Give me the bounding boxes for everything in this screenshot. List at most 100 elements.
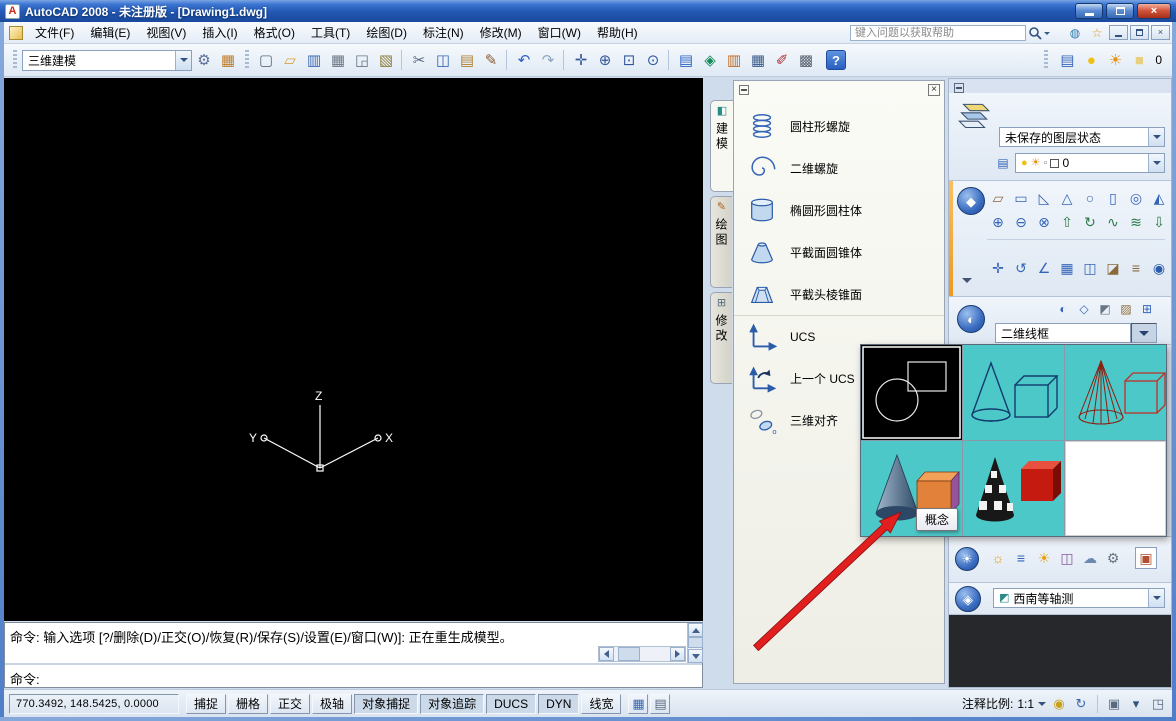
qnew-icon[interactable]: ▢	[254, 48, 278, 72]
visual-style-panel-icon[interactable]: ◐	[957, 305, 985, 333]
layer-sun-icon[interactable]: ☀	[1103, 48, 1127, 72]
presspull-icon[interactable]: ⇩	[1148, 211, 1170, 233]
layer-bulb-icon[interactable]: ●	[1079, 48, 1103, 72]
palette-tab-modeling[interactable]: ◧ 建模	[710, 100, 733, 192]
expand-icon[interactable]: ⊞	[1137, 299, 1157, 319]
clean-screen-icon[interactable]: ◳	[1149, 695, 1167, 713]
toolbar-grip[interactable]	[1044, 50, 1048, 70]
intersect-icon[interactable]: ⊗	[1033, 211, 1055, 233]
3d-align-icon[interactable]: ∠	[1033, 257, 1055, 279]
publish-icon[interactable]: ▧	[374, 48, 398, 72]
communication-center-icon[interactable]: ◍	[1066, 24, 1084, 41]
zoom-realtime-icon[interactable]: ⊕	[593, 48, 617, 72]
style-realistic-thumb[interactable]	[963, 441, 1064, 536]
shadow-icon[interactable]: ◩	[1095, 299, 1115, 319]
palette-item-2d-spiral[interactable]: 二维螺旋	[734, 147, 944, 189]
layer-state-combo[interactable]: 未保存的图层状态	[999, 127, 1165, 147]
coordinates-display[interactable]: 770.3492, 148.5425, 0.0000	[9, 694, 179, 714]
ducs-toggle[interactable]: DUCS	[486, 694, 536, 714]
search-options-arrow-icon[interactable]	[1044, 32, 1050, 38]
scrollbar-thumb[interactable]	[688, 637, 703, 648]
menu-item[interactable]: 帮助(H)	[589, 21, 646, 44]
revolve-icon[interactable]: ↻	[1079, 211, 1101, 233]
dropdown-arrow-icon[interactable]	[175, 51, 191, 70]
3d-array-icon[interactable]: ▦	[1056, 257, 1078, 279]
save-icon[interactable]: ▥	[302, 48, 326, 72]
annotation-scale-arrow-icon[interactable]	[1038, 702, 1046, 710]
scroll-down-icon[interactable]	[688, 649, 703, 663]
menu-item[interactable]: 格式(O)	[246, 21, 303, 44]
view-combo[interactable]: ◩ 西南等轴测	[993, 588, 1165, 608]
osnap-toggle[interactable]: 对象捕捉	[354, 694, 418, 714]
palette-tab-modify[interactable]: ⊞ 修改	[710, 292, 732, 384]
face-style-icon[interactable]: ◐	[1053, 299, 1073, 319]
dropdown-arrow-icon[interactable]	[1148, 128, 1164, 146]
materials-icon[interactable]: ◫	[1056, 547, 1078, 569]
snap-toggle[interactable]: 捕捉	[186, 694, 226, 714]
redo-icon[interactable]: ↷	[536, 48, 560, 72]
plot-preview-icon[interactable]: ◲	[350, 48, 374, 72]
dropdown-arrow-icon[interactable]	[1148, 589, 1164, 607]
menu-item[interactable]: 工具(T)	[303, 21, 358, 44]
palette-close-button[interactable]: ×	[928, 84, 940, 96]
cylinder-icon[interactable]: ▯	[1102, 187, 1124, 209]
zoom-previous-icon[interactable]: ⊙	[641, 48, 665, 72]
style-3d-hidden-thumb[interactable]	[963, 345, 1064, 440]
pan-icon[interactable]: ✛	[569, 48, 593, 72]
menu-item[interactable]: 插入(I)	[194, 21, 245, 44]
visual-style-combo[interactable]: 二维线框	[995, 323, 1131, 343]
command-history[interactable]: 命令: 输入选项 [?/删除(D)/正交(O)/恢复(R)/保存(S)/设置(E…	[5, 623, 686, 663]
sun-properties-icon[interactable]: ☀	[1033, 547, 1055, 569]
designcenter-icon[interactable]: ◈	[698, 48, 722, 72]
layer-lock-icon[interactable]: ▫	[1044, 158, 1048, 169]
minimize-button[interactable]	[1075, 3, 1103, 19]
menu-item[interactable]: 视图(V)	[138, 21, 194, 44]
restore-button[interactable]	[1106, 3, 1134, 19]
search-icon[interactable]	[1028, 25, 1054, 41]
box-icon[interactable]: ▭	[1010, 187, 1032, 209]
workspace-save-icon[interactable]: ▦	[216, 48, 240, 72]
menu-item[interactable]: 编辑(E)	[82, 21, 138, 44]
extrude-icon[interactable]: ⇧	[1056, 211, 1078, 233]
loft-icon[interactable]: ≋	[1125, 211, 1147, 233]
view-panel-icon[interactable]: ◈	[955, 586, 981, 612]
polysolid-icon[interactable]: ▱	[987, 187, 1009, 209]
thicken-icon[interactable]: ≡	[1125, 257, 1147, 279]
3d-mirror-icon[interactable]: ◫	[1079, 257, 1101, 279]
mdi-close-button[interactable]: ×	[1151, 25, 1170, 40]
drawing-file-icon[interactable]	[9, 26, 23, 40]
style-3d-wireframe-thumb[interactable]	[1065, 345, 1166, 440]
advanced-render-icon[interactable]: ⚙	[1102, 547, 1124, 569]
layer-on-icon[interactable]: ●	[1021, 158, 1028, 169]
torus-icon[interactable]: ◎	[1125, 187, 1147, 209]
palette-item-frustum-cone[interactable]: 平截面圆锥体	[734, 231, 944, 273]
edge-overrides-icon[interactable]: ◇	[1074, 299, 1094, 319]
annotation-scale-value[interactable]: 1:1	[1017, 697, 1034, 711]
toolbar-grip[interactable]	[13, 50, 17, 70]
workspace-combo[interactable]: 三维建模	[22, 50, 192, 71]
tool-palettes-icon[interactable]: ▥	[722, 48, 746, 72]
layer-color-icon[interactable]: ■	[1127, 48, 1151, 72]
menu-item[interactable]: 修改(M)	[472, 21, 530, 44]
toolbar-lock-icon[interactable]: ▣	[1105, 695, 1123, 713]
palette-header[interactable]: ×	[734, 81, 944, 97]
3d-rotate-icon[interactable]: ↺	[1010, 257, 1032, 279]
pyramid-icon[interactable]: ◭	[1148, 187, 1170, 209]
menu-item[interactable]: 文件(F)	[27, 21, 82, 44]
3d-move-icon[interactable]: ✛	[987, 257, 1009, 279]
palette-item-frustum-pyramid[interactable]: 平截头棱锥面	[734, 273, 944, 315]
layer-color-swatch[interactable]	[1050, 159, 1059, 168]
layout-space-icon[interactable]: ▤	[650, 694, 670, 714]
otrack-toggle[interactable]: 对象追踪	[420, 694, 484, 714]
properties-icon[interactable]: ▤	[674, 48, 698, 72]
cone-icon[interactable]: △	[1056, 187, 1078, 209]
title-bar[interactable]: A AutoCAD 2008 - 未注册版 - [Drawing1.dwg] ×	[0, 0, 1176, 22]
grid-toggle[interactable]: 栅格	[228, 694, 268, 714]
create-light-icon[interactable]: ☼	[987, 547, 1009, 569]
light-list-icon[interactable]: ≡	[1010, 547, 1032, 569]
toolbar-grip[interactable]	[245, 50, 249, 70]
copy-icon[interactable]: ◫	[431, 48, 455, 72]
style-2d-wireframe-thumb[interactable]	[861, 345, 962, 440]
command-horizontal-scrollbar[interactable]	[598, 646, 686, 662]
command-vertical-scrollbar[interactable]	[687, 623, 702, 663]
